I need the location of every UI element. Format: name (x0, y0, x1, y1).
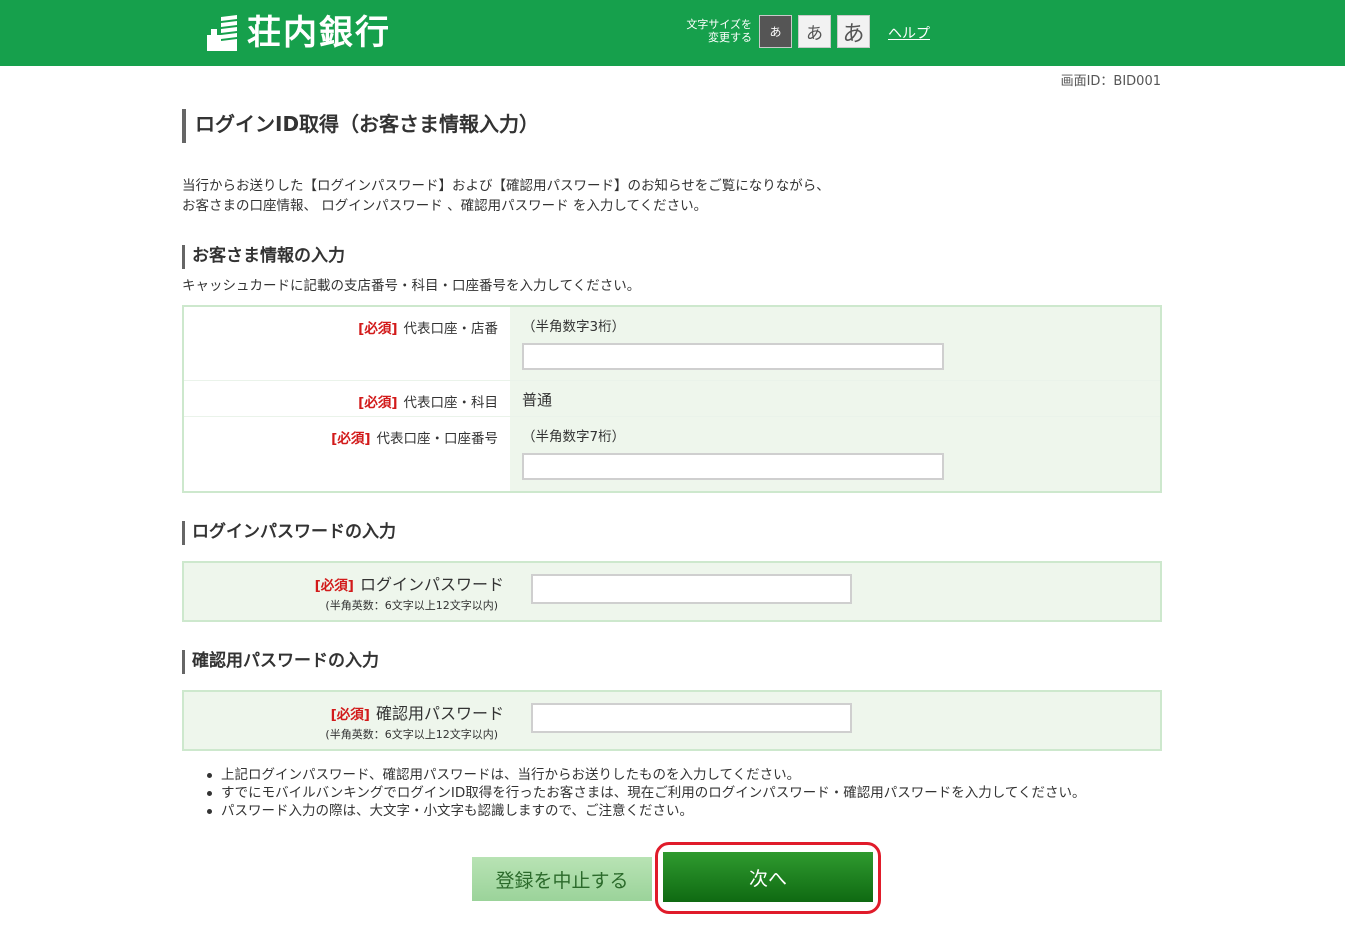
subject-value: 普通 (510, 381, 1160, 416)
account-row: [必須] 代表口座・口座番号 （半角数字7桁） (184, 417, 1160, 491)
font-size-small-button[interactable]: あ (759, 15, 792, 48)
customer-info-heading: お客さま情報の入力 (182, 245, 345, 269)
list-item: すでにモバイルバンキングでログインID取得を行ったお客さまは、現在ご利用のログイ… (205, 784, 1085, 802)
login-password-form: [必須] ログインパスワード (半角英数：6文字以上12文字以内) (182, 561, 1162, 622)
intro-text: 当行からお送りした【ログインパスワード】および【確認用パスワード】のお知らせをご… (182, 178, 830, 214)
confirm-password-form: [必須] 確認用パスワード (半角英数：6文字以上12文字以内) (182, 690, 1162, 751)
notes-list: 上記ログインパスワード、確認用パスワードは、当行からお送りしたものを入力してくだ… (205, 766, 1085, 820)
account-label: [必須] 代表口座・口座番号 (184, 417, 510, 491)
required-tag: [必須] (314, 578, 354, 594)
page-title: ログインID取得（お客さま情報入力） (182, 109, 539, 143)
header-bar: 荘内銀行 文字サイズを 変更する あ あ あ ヘルプ (0, 0, 1345, 66)
customer-info-subtitle: キャッシュカードに記載の支店番号・科目・口座番号を入力してください。 (182, 278, 641, 294)
login-password-heading: ログインパスワードの入力 (182, 521, 396, 545)
login-password-label: [必須] ログインパスワード (半角英数：6文字以上12文字以内) (184, 571, 504, 613)
subject-label: [必須] 代表口座・科目 (184, 381, 510, 416)
font-size-label: 文字サイズを 変更する (686, 18, 752, 44)
login-password-input[interactable] (531, 574, 852, 604)
help-link[interactable]: ヘルプ (888, 23, 930, 43)
bank-logo[interactable]: 荘内銀行 (205, 12, 391, 54)
confirm-password-label: [必須] 確認用パスワード (半角英数：6文字以上12文字以内) (184, 700, 504, 742)
confirm-password-input[interactable] (531, 703, 852, 733)
screen-id: 画面ID：BID001 (1060, 74, 1161, 89)
subject-row: [必須] 代表口座・科目 普通 (184, 381, 1160, 417)
account-number-input[interactable] (522, 453, 944, 480)
next-button[interactable]: 次へ (663, 852, 873, 902)
branch-number-input[interactable] (522, 343, 944, 370)
list-item: パスワード入力の際は、大文字・小文字も認識しますので、ご注意ください。 (205, 802, 1085, 820)
branch-row: [必須] 代表口座・店番 （半角数字3桁） (184, 307, 1160, 381)
list-item: 上記ログインパスワード、確認用パスワードは、当行からお送りしたものを入力してくだ… (205, 766, 1085, 784)
font-size-medium-button[interactable]: あ (798, 15, 831, 48)
required-tag: [必須] (330, 707, 370, 723)
required-tag: [必須] (358, 321, 398, 337)
branch-hint: （半角数字3桁） (522, 319, 626, 335)
cancel-registration-button[interactable]: 登録を中止する (472, 857, 652, 901)
account-hint: （半角数字7桁） (522, 429, 626, 445)
customer-info-form: [必須] 代表口座・店番 （半角数字3桁） [必須] 代表口座・科目 普通 [必須]… (182, 305, 1162, 493)
bank-logo-icon (205, 13, 239, 53)
required-tag: [必須] (331, 431, 371, 447)
confirm-password-note: (半角英数：6文字以上12文字以内) (325, 728, 498, 741)
login-password-note: (半角英数：6文字以上12文字以内) (325, 599, 498, 612)
font-size-large-button[interactable]: あ (837, 15, 870, 48)
bank-name: 荘内銀行 (247, 13, 391, 53)
branch-label: [必須] 代表口座・店番 (184, 307, 510, 380)
required-tag: [必須] (358, 395, 398, 411)
confirm-password-heading: 確認用パスワードの入力 (182, 650, 379, 674)
